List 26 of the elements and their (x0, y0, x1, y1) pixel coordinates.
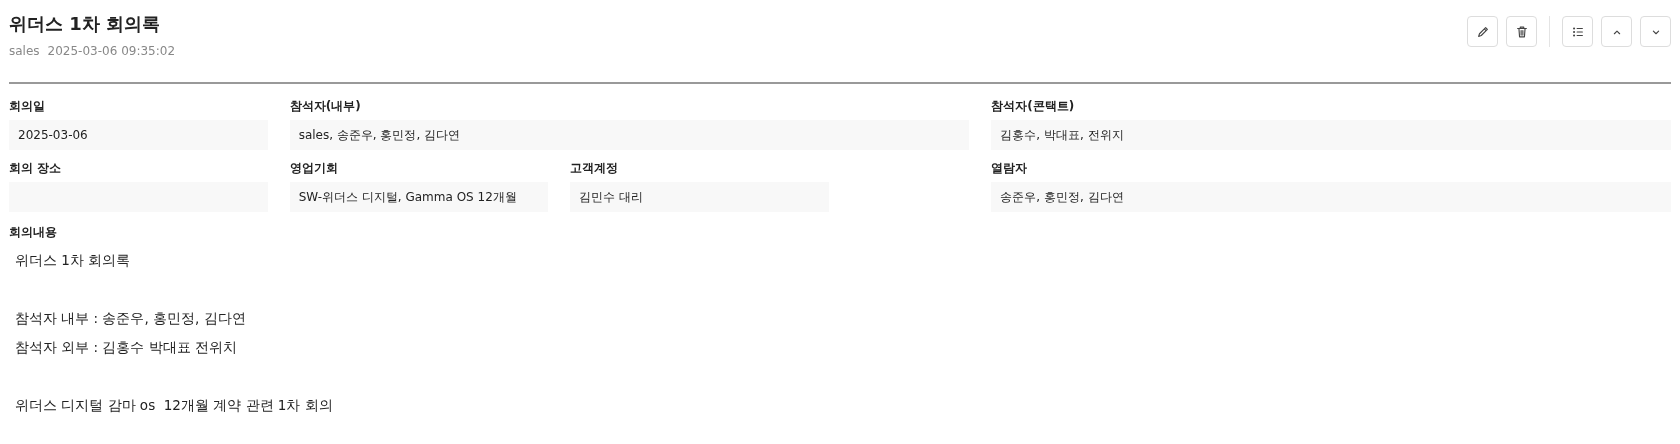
field-value: sales, 송준우, 홍민정, 김다연 (289, 120, 970, 150)
field-label: 열람자 (991, 160, 1029, 176)
field-value: 2025-03-06 (9, 120, 268, 150)
delete-icon (1514, 24, 1529, 39)
field-label: 회의일 (9, 98, 46, 114)
field-label: 참석자(내부) (289, 98, 362, 114)
field-label: 회의내용 (9, 224, 58, 240)
field-label: 영업기회 (289, 160, 339, 176)
content-line: 위더스 1차 회의록 (15, 252, 131, 268)
list-button[interactable] (1562, 16, 1593, 47)
field-label: 회의 장소 (9, 160, 63, 176)
field-value: 김홍수, 박대표, 전위지 (991, 120, 1671, 150)
edit-icon (1475, 24, 1490, 39)
edit-button[interactable] (1467, 16, 1498, 47)
delete-button[interactable] (1506, 16, 1537, 47)
field-label: 참석자(콘택트) (991, 98, 1076, 114)
field-value: SW-위더스 디지털, Gamma OS 12개월 (289, 182, 549, 212)
content-line: 참석자 외부 : 김홍수 박대표 전위치 (15, 339, 237, 355)
content-line: 위더스 디지털 감마 os 12개월 계약 관련 1차 회의 (15, 397, 333, 413)
field-label: 고객계정 (570, 160, 620, 176)
author: sales (9, 43, 40, 60)
page-title: 위더스 1차 회의록 (9, 12, 162, 36)
content-line: 참석자 내부 : 송준우, 홍민정, 김다연 (15, 310, 246, 326)
timestamp: 2025-03-06 09:35:02 (47, 43, 176, 60)
field-value: 송준우, 홍민정, 김다연 (991, 182, 1671, 212)
field-value: 김민수 대리 (570, 182, 829, 212)
